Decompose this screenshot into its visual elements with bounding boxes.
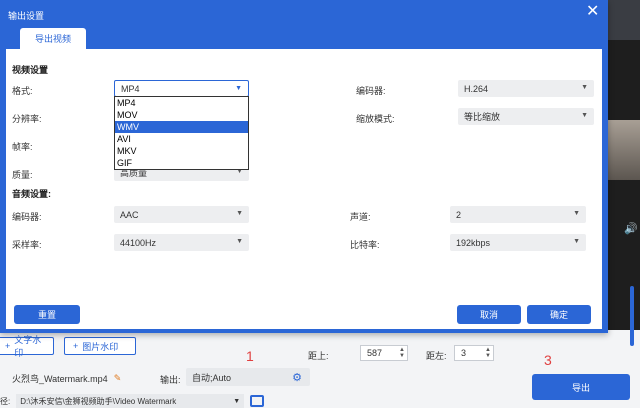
- chevron-down-icon[interactable]: ▼: [233, 398, 240, 405]
- file-name: 火烈鸟_Watermark.mp4: [12, 374, 108, 384]
- distance-left-stepper[interactable]: 3 ▲ ▼: [454, 345, 494, 361]
- folder-icon[interactable]: [250, 395, 265, 407]
- audio-encoder-select[interactable]: AAC ▼: [114, 206, 249, 223]
- save-path-field[interactable]: D:\沐禾安信\金狮视频助手\Video Watermark ▼: [16, 394, 245, 408]
- format-label: 格式:: [12, 86, 33, 96]
- scrollbar[interactable]: [630, 286, 634, 346]
- bitrate-label: 比特率:: [350, 240, 380, 250]
- annotation-1: 1: [246, 348, 254, 364]
- close-icon[interactable]: ✕: [586, 4, 599, 20]
- channel-select[interactable]: 2 ▼: [450, 206, 586, 223]
- text-watermark-button[interactable]: + 文字水印: [0, 335, 54, 358]
- bitrate-select[interactable]: 192kbps ▼: [450, 234, 586, 251]
- plus-icon: +: [5, 341, 11, 351]
- channel-label: 声道:: [350, 212, 371, 222]
- audio-encoder-label: 编码器:: [12, 212, 42, 222]
- tab-export-video[interactable]: 导出视频: [20, 28, 86, 49]
- framerate-label: 帧率:: [12, 142, 33, 152]
- encoder-select[interactable]: H.264 ▼: [458, 80, 594, 97]
- plus-icon: +: [73, 341, 79, 351]
- reset-button[interactable]: 重置: [14, 305, 80, 324]
- encoder-label: 编码器:: [356, 86, 386, 96]
- chevron-down-icon: ▼: [236, 210, 243, 217]
- dialog-body: 视频设置 格式: MP4 ▼ 编码器: H.264 ▼ 分辨率: 缩放模式: 等…: [6, 49, 602, 329]
- resolution-label: 分辨率:: [12, 114, 42, 124]
- chevron-down-icon: ▼: [573, 238, 580, 245]
- volume-icon[interactable]: 🔊: [624, 222, 640, 236]
- format-option[interactable]: MP4: [115, 97, 248, 109]
- distance-top-label: 距上:: [308, 351, 329, 361]
- format-option[interactable]: MOV: [115, 109, 248, 121]
- quality-label: 质量:: [12, 170, 33, 180]
- distance-top-stepper[interactable]: 587 ▲ ▼: [360, 345, 408, 361]
- format-option[interactable]: MKV: [115, 145, 248, 157]
- output-label: 输出:: [160, 375, 181, 385]
- video-section-title: 视频设置: [12, 65, 49, 75]
- zoom-mode-label: 缩放模式:: [356, 114, 395, 124]
- stepper-arrows-icon[interactable]: ▲ ▼: [399, 346, 405, 360]
- chevron-down-icon: ▼: [235, 85, 242, 92]
- samplerate-select[interactable]: 44100Hz ▼: [114, 234, 249, 251]
- export-button[interactable]: 导出: [532, 374, 630, 400]
- image-watermark-button[interactable]: + 图片水印: [64, 337, 136, 355]
- format-option[interactable]: GIF: [115, 157, 248, 169]
- save-path-row: 径: D:\沐禾安信\金狮视频助手\Video Watermark ▼: [0, 394, 265, 408]
- path-label: 径:: [0, 396, 11, 406]
- format-select[interactable]: MP4 ▼: [114, 80, 249, 97]
- chevron-down-icon: ▼: [573, 210, 580, 217]
- dialog-title: 输出设置: [8, 11, 45, 21]
- samplerate-label: 采样率:: [12, 240, 42, 250]
- chevron-down-icon: ▼: [236, 238, 243, 245]
- zoom-mode-select[interactable]: 等比缩放 ▼: [458, 108, 594, 125]
- confirm-button[interactable]: 确定: [527, 305, 591, 324]
- format-option-highlighted[interactable]: WMV: [115, 121, 248, 133]
- cancel-button[interactable]: 取消: [457, 305, 521, 324]
- chevron-down-icon: ▼: [581, 112, 588, 119]
- video-frame: [606, 120, 640, 180]
- audio-section-title: 音频设置:: [12, 189, 51, 199]
- output-settings-dialog: 输出设置 ✕ 导出视频 视频设置 格式: MP4 ▼ 编码器: H.264 ▼ …: [0, 0, 608, 333]
- annotation-3: 3: [544, 352, 552, 368]
- stepper-arrows-icon[interactable]: ▲ ▼: [485, 346, 491, 360]
- format-dropdown-list: MP4 MOV WMV AVI MKV GIF: [114, 96, 249, 170]
- video-preview: [606, 40, 640, 340]
- output-field[interactable]: 自动;Auto ⚙: [186, 368, 310, 386]
- gear-icon[interactable]: ⚙: [292, 371, 302, 384]
- format-option[interactable]: AVI: [115, 133, 248, 145]
- chevron-down-icon: ▼: [581, 84, 588, 91]
- distance-left-label: 距左:: [426, 351, 447, 361]
- edit-pencil-icon[interactable]: ✎: [114, 373, 122, 384]
- file-name-row: 火烈鸟_Watermark.mp4 ✎: [12, 372, 121, 385]
